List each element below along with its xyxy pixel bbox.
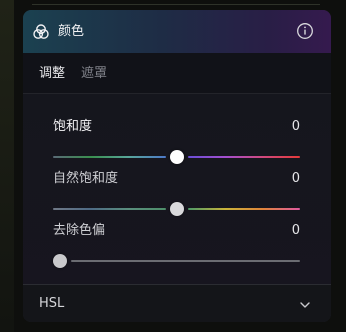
chevron-down-icon[interactable] — [299, 299, 311, 311]
color-circles-icon — [33, 24, 49, 39]
hsl-section-header[interactable]: HSL — [23, 284, 331, 322]
info-icon[interactable] — [296, 22, 314, 40]
remove-cast-slider-thumb[interactable] — [53, 254, 67, 268]
remove-cast-value[interactable]: 0 — [292, 222, 300, 240]
saturation-slider-thumb[interactable] — [169, 150, 184, 164]
saturation-label: 饱和度 — [53, 119, 93, 134]
vibrance-slider-thumb[interactable] — [169, 202, 184, 216]
background-divider — [32, 4, 320, 5]
tab-adjust[interactable]: 调整 — [39, 65, 65, 83]
controls-area: 饱和度 0 自然饱和度 0 去除色偏 0 — [23, 94, 331, 284]
vibrance-value[interactable]: 0 — [292, 170, 300, 188]
tab-bar: 调整 遮罩 — [23, 53, 331, 94]
panel-title: 颜色 — [58, 24, 85, 39]
color-panel: 颜色 调整 遮罩 饱和度 0 自然饱和度 0 去除色偏 0 HSL — [23, 10, 331, 322]
vibrance-slider[interactable] — [53, 201, 300, 217]
remove-cast-track-right — [71, 260, 300, 262]
saturation-slider[interactable] — [53, 149, 300, 165]
panel-header[interactable]: 颜色 — [23, 10, 331, 53]
saturation-value[interactable]: 0 — [292, 118, 300, 136]
remove-cast-label: 去除色偏 — [53, 223, 106, 238]
saturation-track-right — [187, 156, 300, 158]
saturation-track-left — [53, 156, 166, 158]
vibrance-label: 自然饱和度 — [53, 171, 119, 186]
background-rail — [0, 0, 14, 332]
tab-mask[interactable]: 遮罩 — [81, 65, 107, 83]
vibrance-track-right — [187, 208, 300, 210]
hsl-label: HSL — [39, 296, 65, 311]
remove-cast-slider[interactable] — [53, 253, 300, 269]
vibrance-track-left — [53, 208, 166, 210]
